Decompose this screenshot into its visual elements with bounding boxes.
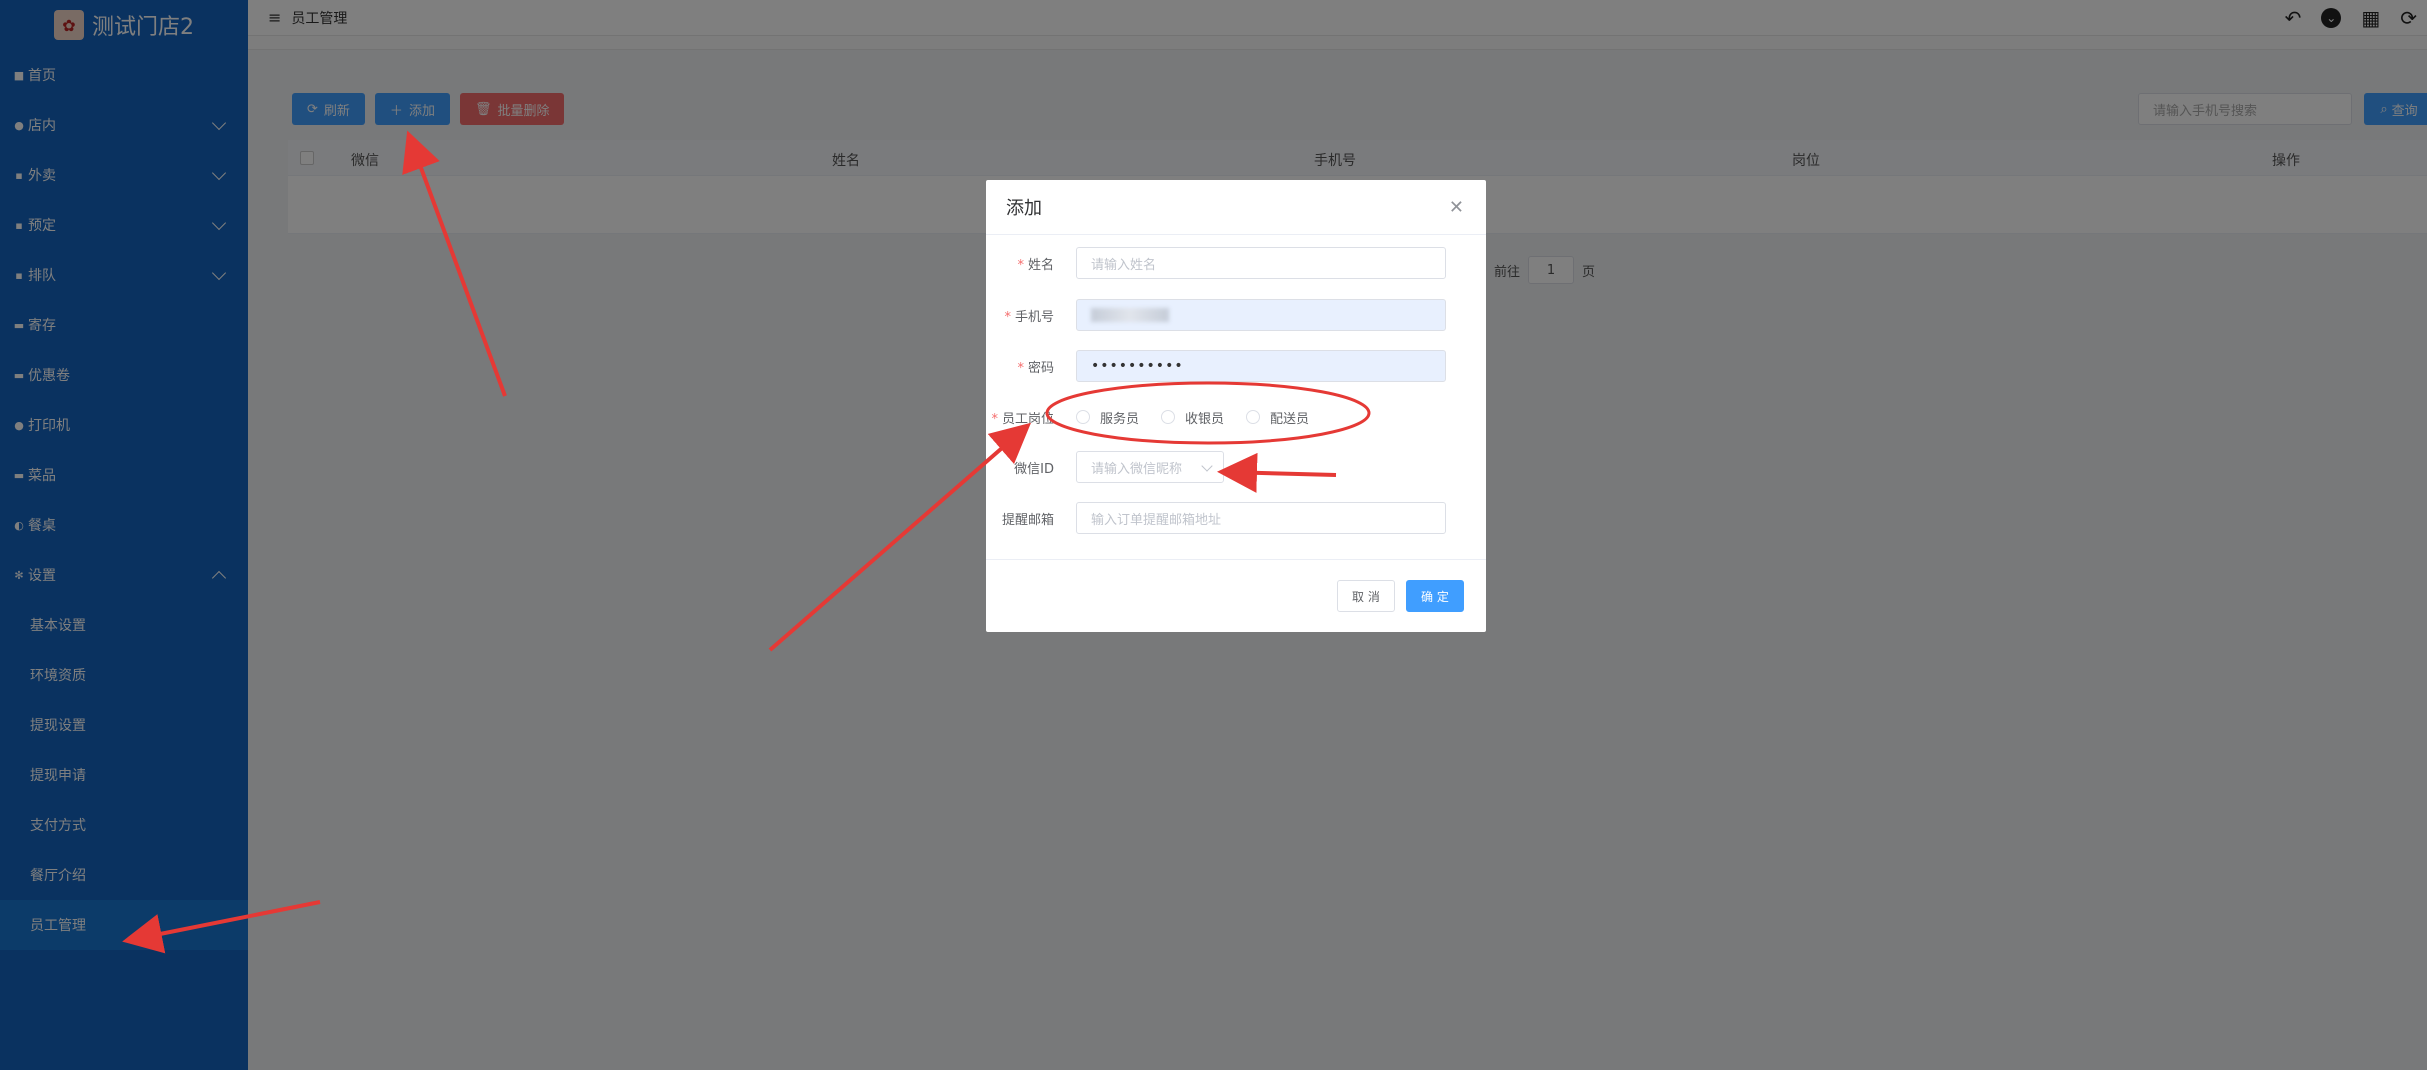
email-input[interactable]: 输入订单提醒邮箱地址 — [1076, 502, 1446, 534]
radio-circle — [1246, 410, 1261, 424]
cancel-button[interactable]: 取 消 — [1337, 580, 1395, 612]
add-staff-dialog: 添加 ✕ * 姓名 请输入姓名 * 手机号 * 密码 •••••••••• * 员工岗位… — [986, 180, 1486, 632]
radio-label: 配送员 — [1270, 411, 1310, 427]
radio-cashier[interactable]: 收银员 — [1161, 408, 1224, 427]
phone-input[interactable] — [1076, 299, 1446, 331]
dialog-header: 添加 ✕ — [986, 180, 1486, 235]
position-radio-group: 服务员 收银员 配送员 — [1076, 408, 1309, 427]
radio-label: 收银员 — [1185, 411, 1225, 427]
name-input[interactable]: 请输入姓名 — [1076, 247, 1446, 279]
close-icon[interactable]: ✕ — [1449, 197, 1464, 218]
wechat-id-select[interactable]: 请输入微信昵称 — [1076, 451, 1224, 483]
form-label-email: 提醒邮箱 — [1001, 512, 1054, 528]
password-input[interactable]: •••••••••• — [1076, 350, 1446, 382]
form-row-wechat-id: 微信ID 请输入微信昵称 — [986, 450, 1486, 484]
dialog-title: 添加 — [1006, 198, 1042, 219]
form-row-position: * 员工岗位 服务员 收银员 配送员 — [986, 400, 1486, 434]
form-label-name: * 姓名 — [1017, 257, 1054, 273]
form-row-email: 提醒邮箱 输入订单提醒邮箱地址 — [986, 501, 1486, 535]
radio-label: 服务员 — [1100, 411, 1140, 427]
form-row-password: * 密码 •••••••••• — [986, 349, 1486, 383]
form-label-position: * 员工岗位 — [991, 411, 1054, 427]
form-row-phone: * 手机号 — [986, 298, 1486, 332]
form-label-password: * 密码 — [1017, 360, 1054, 376]
form-label-wechat-id: 微信ID — [1014, 461, 1054, 477]
radio-waiter[interactable]: 服务员 — [1076, 408, 1139, 427]
form-row-name: * 姓名 请输入姓名 — [986, 246, 1486, 280]
chevron-down-icon — [1201, 460, 1213, 472]
form-label-phone: * 手机号 — [1004, 309, 1054, 325]
radio-delivery[interactable]: 配送员 — [1246, 408, 1309, 427]
radio-circle — [1076, 410, 1090, 424]
radio-circle — [1161, 410, 1176, 424]
wechat-id-placeholder: 请输入微信昵称 — [1091, 461, 1183, 477]
blurred-phone-value — [1091, 308, 1169, 322]
confirm-button[interactable]: 确 定 — [1406, 580, 1464, 612]
